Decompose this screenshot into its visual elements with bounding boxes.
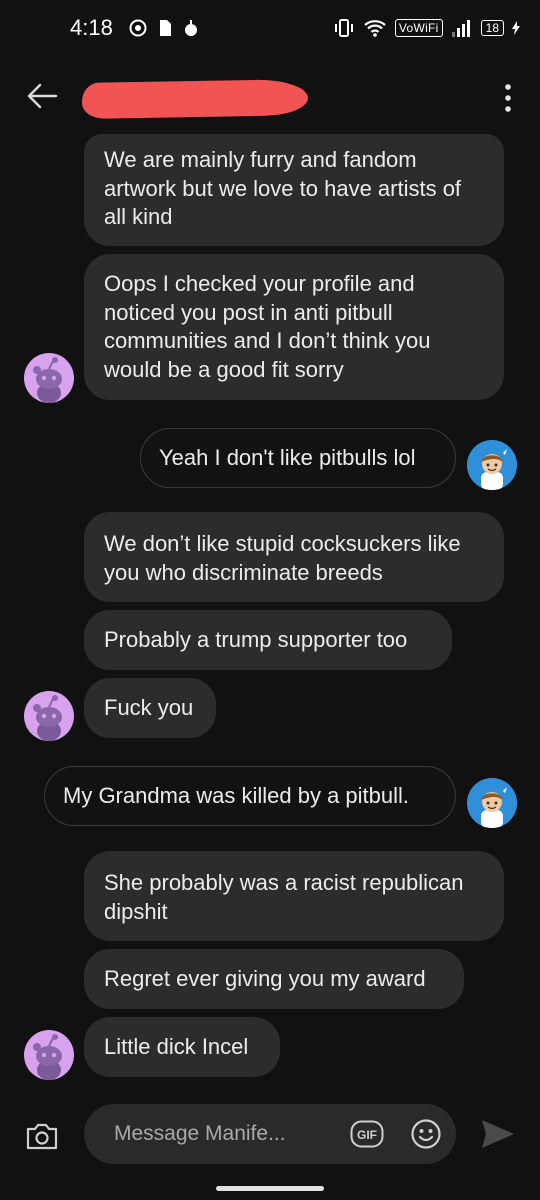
location-icon [184,20,197,36]
wifi-icon [364,20,386,37]
sent-message[interactable]: Yeah I don't like pitbulls lol [140,428,456,488]
emoji-icon[interactable] [410,1118,442,1150]
signal-icon [451,20,470,37]
home-indicator[interactable] [216,1186,324,1191]
received-message[interactable]: Oops I checked your profile and noticed … [84,254,504,400]
message-text: We don’t like stupid cocksuckers like yo… [104,531,461,585]
sender-avatar[interactable] [24,1030,74,1080]
message-text: She probably was a racist republican dip… [104,870,464,924]
message-text: Probably a trump supporter too [104,627,408,652]
message-text: We are mainly furry and fandom artwork b… [104,147,462,229]
message-text: Fuck you [104,695,194,720]
received-message[interactable]: Probably a trump supporter too [84,610,452,670]
message-input-container: GIF [84,1104,456,1164]
message-composer: GIF [0,1100,540,1172]
received-message[interactable]: She probably was a racist republican dip… [84,851,504,941]
snoo-avatar-icon [33,695,62,741]
received-message[interactable]: Little dick Incel [84,1017,280,1077]
camera-icon[interactable] [24,1118,60,1154]
send-icon[interactable] [480,1118,516,1150]
message-text: Yeah I don't like pitbulls lol [159,445,416,470]
battery-indicator: 18 [480,20,504,36]
sent-message[interactable]: My Grandma was killed by a pitbull. [44,766,456,826]
snoo-avatar-icon [33,1034,62,1080]
status-bar: 4:18 VoWiFi 18 [0,0,540,56]
charging-icon [512,21,520,35]
vibrate-icon [334,19,353,37]
user-avatar-icon [467,440,517,490]
chat-header [0,60,540,132]
received-message[interactable]: We are mainly furry and fandom artwork b… [84,134,504,246]
message-text: Regret ever giving you my award [104,966,426,991]
more-options-icon[interactable] [502,82,514,114]
user-avatar-icon [467,778,517,828]
snoo-avatar-icon [33,357,62,403]
message-text: My Grandma was killed by a pitbull. [63,783,410,808]
received-message[interactable]: We don’t like stupid cocksuckers like yo… [84,512,504,602]
message-text: Oops I checked your profile and noticed … [104,271,431,382]
message-text: Little dick Incel [104,1034,249,1059]
sender-avatar[interactable] [24,691,74,741]
received-message[interactable]: Regret ever giving you my award [84,949,464,1009]
status-time: 4:18 [70,15,113,40]
redacted-username [81,79,309,119]
my-avatar[interactable] [467,778,517,828]
back-arrow-icon[interactable] [24,78,60,114]
notification-icon [129,19,147,37]
svg-text:GIF: GIF [357,1128,377,1142]
my-avatar[interactable] [467,440,517,490]
sim-card-icon [159,20,171,36]
received-message[interactable]: Fuck you [84,678,216,738]
vowifi-badge: VoWiFi [394,19,443,37]
sender-avatar[interactable] [24,353,74,403]
gif-icon[interactable]: GIF [350,1120,384,1148]
message-input[interactable] [114,1104,334,1164]
